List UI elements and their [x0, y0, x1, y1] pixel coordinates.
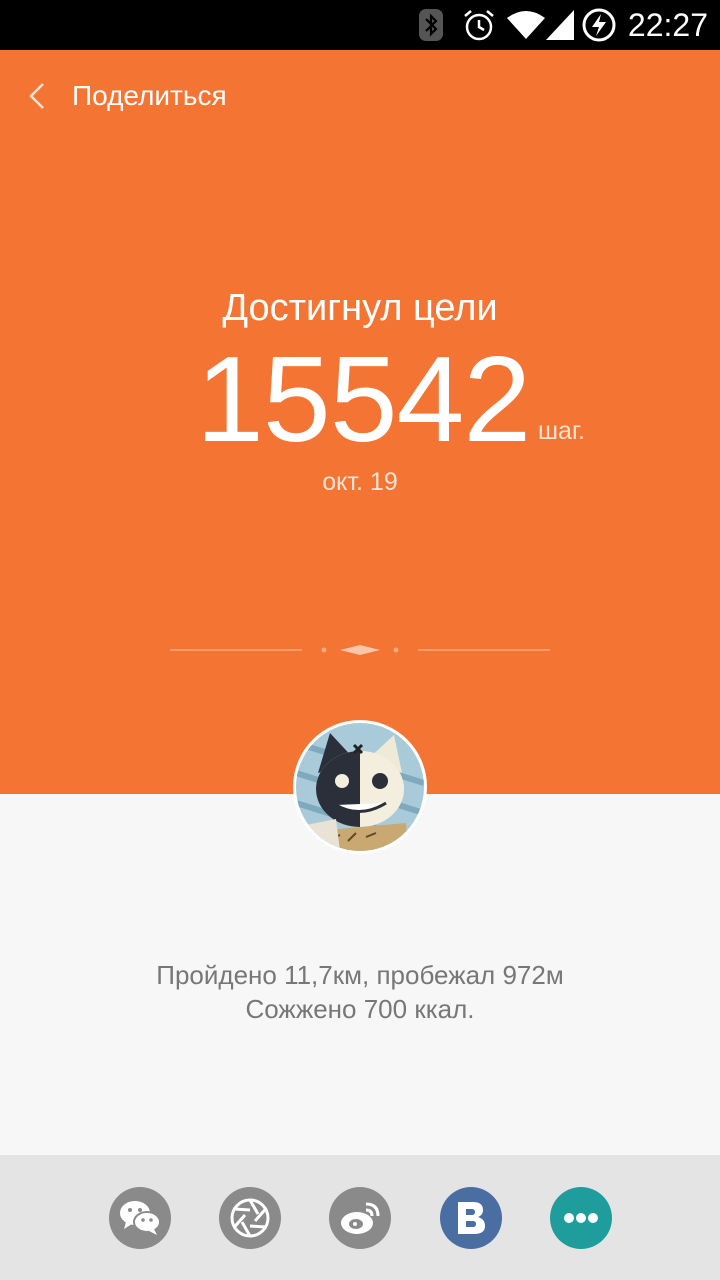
- moments-icon: [230, 1198, 270, 1238]
- alarm-icon: [464, 10, 494, 41]
- vk-icon: [458, 1202, 485, 1234]
- bluetooth-icon: [419, 9, 443, 41]
- status-bar: 22:27: [0, 0, 720, 50]
- back-arrow-icon[interactable]: [20, 78, 56, 114]
- share-weibo-button[interactable]: [329, 1187, 391, 1249]
- signal-icon: [546, 10, 574, 40]
- battery-charging-icon: [582, 8, 616, 42]
- wifi-icon: [507, 11, 545, 39]
- wechat-icon: [120, 1201, 161, 1235]
- avatar: [293, 720, 427, 854]
- date-label: окт. 19: [322, 468, 398, 496]
- more-icon: [564, 1213, 598, 1223]
- page-title: Поделиться: [72, 80, 227, 111]
- goal-text: Достигнул цели: [222, 287, 498, 329]
- share-moments-button[interactable]: [219, 1187, 281, 1249]
- distance-text: Пройдено 11,7км, пробежал 972м: [156, 960, 564, 990]
- clock: 22:27: [627, 7, 708, 43]
- share-vk-button[interactable]: [440, 1187, 502, 1249]
- calories-text: Сожжено 700 ккал.: [245, 994, 475, 1024]
- step-unit: шаг.: [538, 417, 585, 445]
- weibo-icon: [341, 1202, 380, 1234]
- avatar-image: [296, 723, 424, 851]
- ornament-divider: [170, 645, 550, 655]
- activity-summary: Пройдено 11,7км, пробежал 972м Сожжено 7…: [0, 958, 720, 1026]
- share-wechat-button[interactable]: [109, 1187, 171, 1249]
- share-more-button[interactable]: [550, 1187, 612, 1249]
- step-count: 15542: [196, 331, 531, 467]
